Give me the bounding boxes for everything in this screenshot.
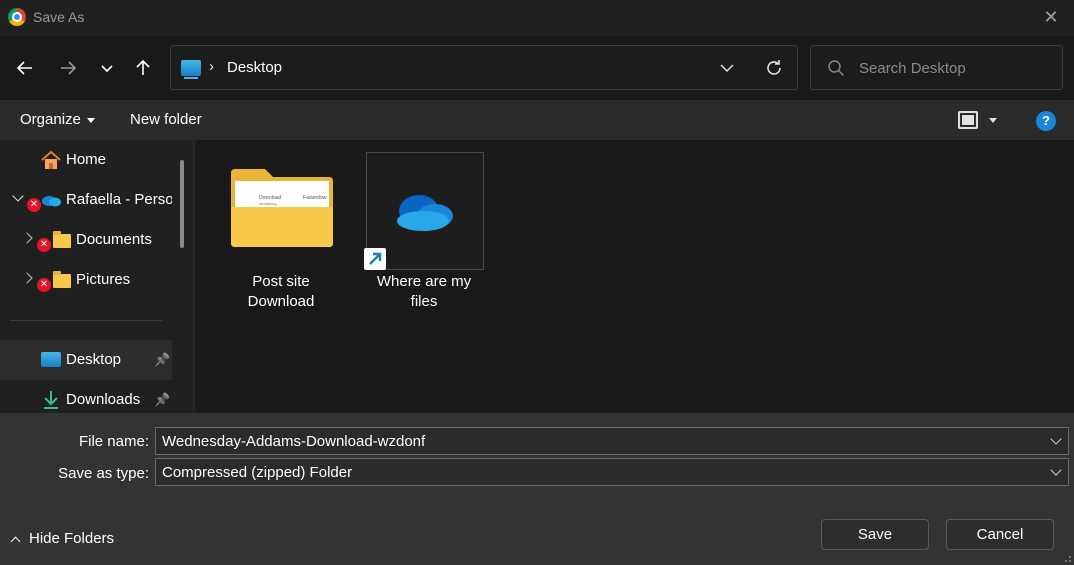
search-icon — [828, 60, 844, 76]
address-bar[interactable]: › Desktop — [170, 45, 798, 90]
expand-chevron-icon[interactable] — [12, 190, 24, 202]
file-item[interactable]: Download remaining Fasterdow Post site D… — [221, 152, 341, 322]
sidebar-item-downloads[interactable]: Downloads 📌 — [0, 380, 172, 413]
close-icon[interactable]: ✕ — [1040, 6, 1062, 28]
hide-folders-button[interactable]: Hide Folders — [10, 530, 115, 547]
view-options-caret-icon[interactable] — [989, 118, 997, 123]
file-item[interactable]: Where are my files — [364, 152, 486, 322]
cancel-button[interactable]: Cancel — [946, 519, 1054, 550]
sidebar-scrollbar[interactable] — [180, 160, 184, 248]
file-item-label: Where are my files — [376, 273, 472, 310]
expand-chevron-icon[interactable] — [21, 272, 33, 284]
search-box — [810, 45, 1063, 90]
file-name-label: File name: — [78, 433, 149, 450]
sidebar-item-onedrive[interactable]: ✕ Rafaella - Persor — [0, 180, 172, 220]
file-name-value[interactable]: Wednesday-Addams-Download-wzdonf — [162, 433, 425, 450]
sync-error-icon: ✕ — [27, 198, 41, 212]
chevron-down-icon[interactable] — [1050, 433, 1062, 445]
save-type-select[interactable]: Compressed (zipped) Folder — [155, 458, 1069, 486]
sidebar-item-pictures[interactable]: ✕ Pictures — [0, 260, 172, 300]
navigation-pane: Home ✕ Rafaella - Persor ✕ Documents ✕ P… — [0, 140, 190, 413]
sidebar-item-label: Documents — [76, 231, 152, 248]
sync-error-icon: ✕ — [37, 238, 51, 252]
home-icon — [41, 150, 61, 169]
search-input[interactable] — [859, 56, 1049, 80]
address-dropdown-button[interactable] — [719, 60, 735, 76]
caret-down-icon — [86, 117, 95, 123]
recent-locations-button[interactable] — [93, 54, 121, 82]
breadcrumb-desktop[interactable]: Desktop — [227, 59, 282, 76]
chevron-down-icon — [720, 64, 734, 73]
window-title: Save As — [33, 9, 85, 25]
refresh-button[interactable] — [764, 58, 784, 78]
help-icon[interactable]: ? — [1036, 111, 1056, 131]
forward-button[interactable] — [54, 54, 82, 82]
onedrive-icon — [397, 195, 453, 231]
chevron-down-icon — [101, 65, 113, 73]
expand-chevron-icon[interactable] — [21, 232, 33, 244]
sidebar-item-label: Pictures — [76, 271, 131, 288]
folder-icon: Download remaining Fasterdow — [231, 169, 333, 247]
file-item-label: Post site Download — [247, 273, 315, 310]
save-button[interactable]: Save — [821, 519, 929, 550]
arrow-right-icon — [61, 61, 77, 75]
sidebar-item-documents[interactable]: ✕ Documents — [0, 220, 172, 260]
desktop-icon — [181, 60, 201, 79]
download-icon — [44, 391, 58, 409]
organize-button[interactable]: Organize — [20, 111, 95, 128]
pin-icon: 📌 — [154, 352, 171, 367]
title-bar: Save As ✕ — [0, 0, 1074, 36]
sidebar-item-label: Downloads — [66, 391, 141, 408]
sidebar-item-label: Rafaella - Persor — [66, 191, 172, 208]
new-folder-button[interactable]: New folder — [130, 111, 202, 128]
back-button[interactable] — [11, 54, 39, 82]
onedrive-icon — [42, 196, 61, 207]
folder-icon — [53, 231, 71, 248]
view-options-icon[interactable] — [958, 111, 978, 129]
sidebar-item-home[interactable]: Home — [0, 140, 172, 180]
desktop-icon — [41, 352, 61, 367]
chrome-icon — [8, 8, 26, 26]
up-button[interactable] — [129, 54, 157, 82]
file-name-field[interactable]: Wednesday-Addams-Download-wzdonf — [155, 427, 1069, 455]
folder-icon — [53, 271, 71, 288]
command-bar: Organize New folder — [0, 100, 1074, 140]
save-type-value: Compressed (zipped) Folder — [162, 464, 353, 481]
pane-divider[interactable] — [193, 140, 194, 413]
chevron-up-icon — [10, 536, 21, 547]
organize-label: Organize — [20, 111, 81, 128]
chevron-down-icon[interactable] — [1050, 464, 1062, 476]
arrow-up-icon — [136, 59, 150, 75]
sidebar-item-desktop[interactable]: Desktop 📌 — [0, 340, 172, 380]
folder-preview-text: remaining — [259, 201, 277, 206]
arrow-left-icon — [16, 61, 32, 75]
pin-icon: 📌 — [154, 392, 171, 407]
save-form: File name: Wednesday-Addams-Download-wzd… — [0, 413, 1074, 565]
refresh-icon — [767, 60, 781, 75]
save-type-label: Save as type: — [58, 465, 149, 482]
file-view: Download remaining Fasterdow Post site D… — [196, 140, 1074, 413]
breadcrumb-separator: › — [209, 58, 214, 75]
shortcut-arrow-icon — [364, 248, 386, 270]
sidebar-item-label: Desktop — [66, 351, 122, 368]
resize-grip-icon[interactable] — [1062, 553, 1072, 563]
sidebar-item-label: Home — [66, 151, 107, 168]
folder-preview-text: Fasterdow — [303, 195, 327, 201]
sync-error-icon: ✕ — [37, 278, 51, 292]
hide-folders-label: Hide Folders — [29, 530, 115, 547]
sidebar-divider — [10, 320, 162, 321]
navigation-bar: › Desktop — [0, 36, 1074, 100]
